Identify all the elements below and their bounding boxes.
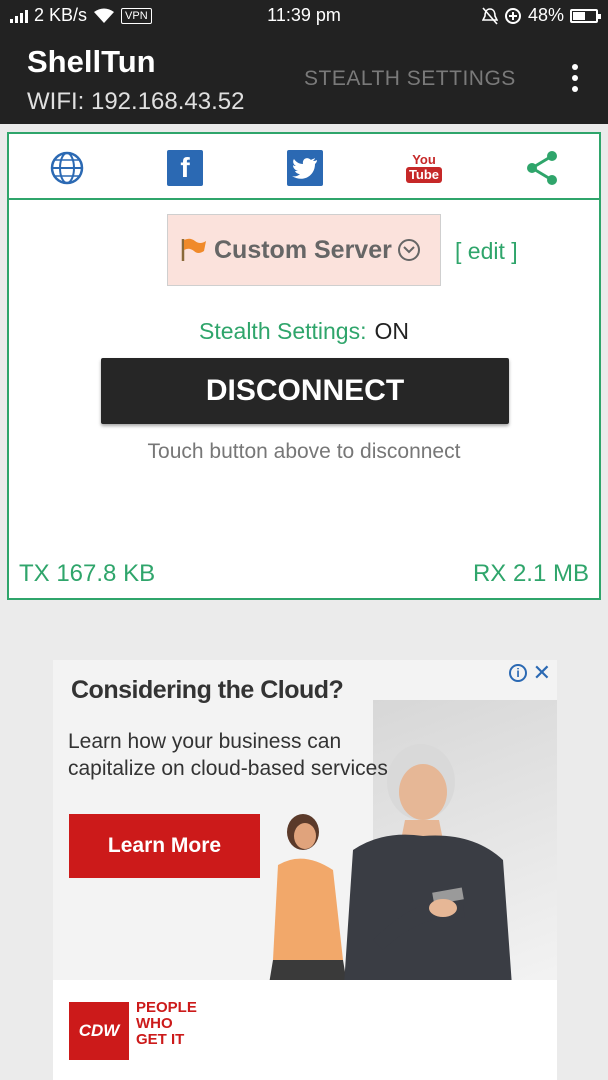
youtube-you: You — [412, 152, 436, 167]
stealth-value: ON — [374, 318, 410, 344]
server-selector[interactable]: Custom Server — [167, 214, 441, 286]
data-saver-icon — [504, 7, 521, 24]
status-bar: 2 KB/s VPN 11:39 pm 48% — [0, 0, 608, 32]
globe-icon[interactable] — [49, 150, 85, 186]
ad-learn-more-button[interactable]: Learn More — [69, 814, 260, 878]
flag-icon — [181, 238, 206, 261]
ad-banner[interactable]: Considering the Cloud? Learn how your bu… — [53, 660, 557, 1080]
battery-icon — [570, 8, 601, 23]
social-icon-bar: f You Tube — [9, 134, 599, 200]
cdw-logo: CDW — [69, 1002, 129, 1060]
disconnect-button[interactable]: DISCONNECT — [101, 358, 509, 424]
facebook-icon[interactable]: f — [167, 150, 203, 186]
facebook-glyph: f — [180, 152, 190, 183]
stealth-label: Stealth Settings: — [199, 318, 367, 344]
tagline-line-3: GET IT — [136, 1031, 185, 1048]
server-label: Custom Server — [214, 235, 392, 264]
edit-server-link[interactable]: [ edit ] — [455, 238, 518, 265]
twitter-icon[interactable] — [287, 150, 323, 186]
rx-counter: RX 2.1 MB — [472, 560, 589, 587]
chevron-down-icon — [397, 239, 420, 261]
youtube-tube: Tube — [405, 167, 443, 183]
wifi-address: WIFI: 192.168.43.52 — [27, 88, 245, 115]
more-vert-icon[interactable] — [570, 64, 580, 92]
youtube-icon[interactable]: You Tube — [405, 150, 443, 186]
disconnect-hint: Touch button above to disconnect — [147, 440, 461, 463]
app-bar: ShellTun WIFI: 192.168.43.52 STEALTH SET… — [0, 32, 608, 124]
share-icon[interactable] — [524, 150, 560, 186]
vpn-card: f You Tube Custom Server [ edit ] Stealt… — [7, 132, 601, 600]
stealth-status: Stealth Settings: ON — [9, 318, 599, 345]
stealth-settings-button[interactable]: STEALTH SETTINGS — [304, 67, 516, 91]
tagline-line-2: WHO — [136, 1015, 173, 1032]
ad-footer: CDW PEOPLE WHO GET IT — [53, 980, 557, 1080]
battery-percent: 48% — [527, 5, 564, 25]
cdw-tagline: PEOPLE WHO GET IT — [136, 1000, 197, 1048]
tagline-line-1: PEOPLE — [136, 999, 197, 1016]
ad-close-icon[interactable]: ✕ — [533, 660, 551, 686]
alarm-off-icon — [481, 6, 498, 25]
ad-headline: Considering the Cloud? — [71, 676, 344, 704]
tx-counter: TX 167.8 KB — [19, 560, 156, 587]
ad-info-icon[interactable]: i — [509, 664, 527, 682]
ad-body: Learn how your business can capitalize o… — [68, 730, 388, 780]
app-title: ShellTun — [27, 44, 156, 79]
